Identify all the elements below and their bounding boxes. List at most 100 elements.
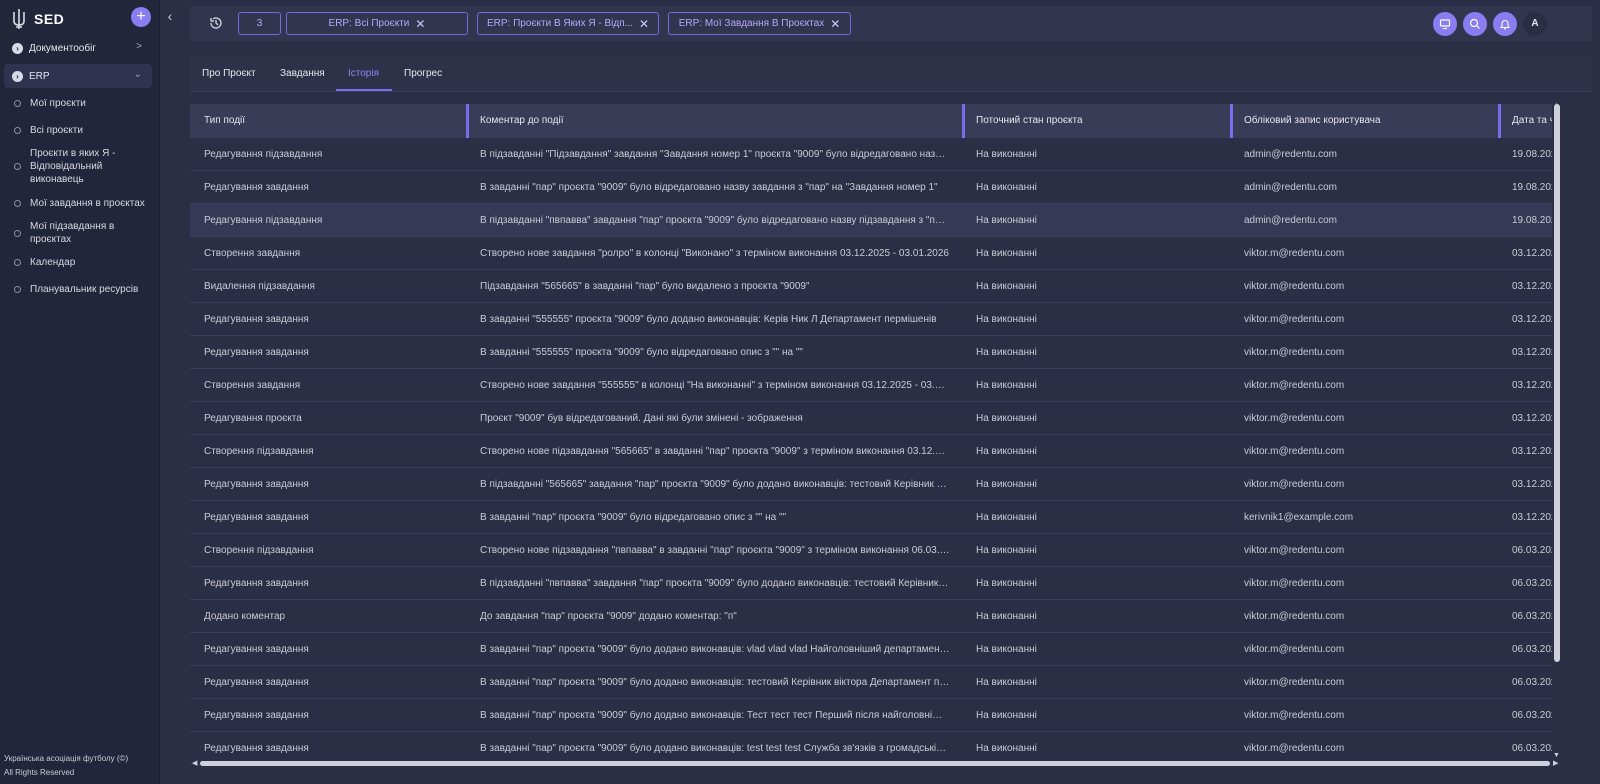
table-row[interactable]: Редагування підзавдання В підзавданні "пв…	[190, 204, 1560, 237]
close-icon[interactable]: ✕	[830, 17, 840, 31]
table-row[interactable]: Створення підзавдання Створено нове підза…	[190, 435, 1560, 468]
sidebar-item-all-projects[interactable]: Всі проєкти	[14, 124, 154, 137]
sidebar-item-label: Мої підзавдання в проєктах	[30, 221, 115, 245]
cell-event-type: Створення завдання	[204, 380, 301, 391]
collapse-sidebar-button[interactable]: ‹	[160, 6, 180, 26]
table-row[interactable]: Редагування проєкта Проєкт "9009" був від…	[190, 402, 1560, 435]
scroll-down-icon[interactable]: ▼	[1553, 752, 1560, 759]
cell-project-state: На виконанні	[976, 644, 1037, 655]
footer: Українська асоціація футболу (©) All Rig…	[4, 752, 128, 780]
sidebar-group-erp[interactable]: › ERP ⌄	[4, 64, 152, 88]
table-row[interactable]: Редагування завдання В завданні "пар" про…	[190, 501, 1560, 534]
cell-user-account: kerivnik1@example.com	[1244, 512, 1354, 523]
cell-event-type: Редагування завдання	[204, 512, 309, 523]
cell-user-account: viktor.m@redentu.com	[1244, 611, 1345, 622]
cell-event-type: Редагування проєкта	[204, 413, 302, 424]
cell-event-type: Редагування підзавдання	[204, 149, 323, 160]
cell-user-account: viktor.m@redentu.com	[1244, 677, 1345, 688]
circle-icon	[14, 259, 21, 266]
table-row[interactable]: Редагування завдання В завданні "555555" …	[190, 303, 1560, 336]
sidebar-item-my-tasks[interactable]: Мої завдання в проєктах	[14, 197, 154, 210]
table-row[interactable]: Створення підзавдання Створено нове підза…	[190, 534, 1560, 567]
top-bar: 3 ERP: Всі Проєкти ✕ ERP: Проєкти В Яких…	[190, 6, 1592, 41]
monitor-button[interactable]	[1433, 12, 1457, 36]
vertical-scrollbar[interactable]	[1554, 104, 1560, 662]
cell-comment: В завданні "555555" проєкта "9009" було …	[480, 347, 803, 358]
add-button[interactable]: +	[131, 7, 151, 27]
circle-icon	[14, 127, 21, 134]
cell-user-account: viktor.m@redentu.com	[1244, 446, 1345, 457]
cell-event-type: Редагування завдання	[204, 314, 309, 325]
app-name: SED	[34, 11, 65, 27]
sidebar-item-resource-planner[interactable]: Планувальник ресурсів	[14, 283, 154, 296]
close-icon[interactable]: ✕	[639, 17, 649, 31]
open-tab-label: ERP: Всі Проєкти	[328, 18, 410, 29]
sidebar-item-my-subtasks[interactable]: Мої підзавдання в проєктах	[14, 220, 124, 246]
scroll-left-icon[interactable]: ◀	[192, 759, 197, 767]
footer-rights: All Rights Reserved	[4, 768, 75, 777]
content-panel: Про Проєкт Завдання Історія Прогрес Тип …	[190, 56, 1592, 780]
cell-user-account: viktor.m@redentu.com	[1244, 710, 1345, 721]
cell-comment: Створено нове підзавдання "565665" в зав…	[480, 446, 950, 457]
cell-comment: В завданні "пар" проєкта "9009" було дод…	[480, 710, 950, 721]
sidebar-item-calendar[interactable]: Календар	[14, 256, 154, 269]
table-row[interactable]: Редагування завдання В завданні "пар" про…	[190, 666, 1560, 699]
table-row[interactable]: Редагування завдання В підзавданні "пвпав…	[190, 567, 1560, 600]
notifications-button[interactable]	[1493, 12, 1517, 36]
column-header-project-state[interactable]: Поточний стан проєкта	[962, 104, 1230, 138]
cell-event-type: Редагування завдання	[204, 578, 309, 589]
table-row[interactable]: Додано коментар До завдання "пар" проєкта…	[190, 600, 1560, 633]
column-header-comment[interactable]: Коментар до події	[466, 104, 962, 138]
table-row[interactable]: Створення завдання Створено нове завдання…	[190, 237, 1560, 270]
column-header-user-account[interactable]: Обліковий запис користувача	[1230, 104, 1498, 138]
sidebar-item-responsible-projects[interactable]: Проєкти в яких Я - Відповідальний викона…	[14, 147, 124, 186]
cell-comment: В завданні "555555" проєкта "9009" було …	[480, 314, 937, 325]
table-row[interactable]: Редагування завдання В завданні "пар" про…	[190, 171, 1560, 204]
search-icon	[1469, 18, 1480, 29]
sidebar-item-label: Календар	[30, 257, 76, 268]
search-button[interactable]	[1463, 12, 1487, 36]
horizontal-scrollbar[interactable]	[200, 761, 1550, 766]
cell-user-account: admin@redentu.com	[1244, 182, 1337, 193]
table-header: Тип події Коментар до події Поточний ста…	[190, 104, 1560, 138]
avatar[interactable]: A	[1523, 12, 1547, 36]
open-tab-all-projects[interactable]: ERP: Всі Проєкти ✕	[286, 12, 468, 35]
table-row[interactable]: Створення завдання Створено нове завдання…	[190, 369, 1560, 402]
cell-user-account: viktor.m@redentu.com	[1244, 314, 1345, 325]
table-row[interactable]: Редагування підзавдання В підзавданні "Пі…	[190, 138, 1560, 171]
content-tabs: Про Проєкт Завдання Історія Прогрес	[190, 56, 1592, 92]
sidebar: SED + › Документообіг > › ERP ⌄ Мої проє…	[0, 0, 160, 784]
history-icon[interactable]	[208, 15, 224, 31]
cell-comment: В підзавданні "пвпавва" завдання "пар" п…	[480, 578, 950, 589]
tab-history[interactable]: Історія	[348, 68, 379, 79]
column-header-datetime[interactable]: Дата та ча	[1498, 104, 1560, 138]
tab-tasks[interactable]: Завдання	[280, 68, 325, 79]
cell-event-type: Редагування завдання	[204, 479, 309, 490]
circle-icon	[14, 229, 21, 237]
tab-about-project[interactable]: Про Проєкт	[202, 68, 256, 79]
monitor-icon	[1439, 19, 1451, 30]
sidebar-group-label: ERP	[29, 70, 50, 82]
table-row[interactable]: Редагування завдання В завданні "пар" про…	[190, 633, 1560, 666]
table-row[interactable]: Редагування завдання В підзавданні "56566…	[190, 468, 1560, 501]
logo[interactable]: SED	[10, 8, 64, 30]
scroll-right-icon[interactable]: ▶	[1553, 759, 1558, 767]
tab-progress[interactable]: Прогрес	[404, 68, 442, 79]
cell-user-account: viktor.m@redentu.com	[1244, 281, 1345, 292]
open-tab-responsible-projects[interactable]: ERP: Проєкти В Яких Я - Відп... ✕	[477, 12, 659, 35]
sidebar-item-my-projects[interactable]: Мої проєкти	[14, 97, 154, 110]
table-row[interactable]: Редагування завдання В завданні "пар" про…	[190, 699, 1560, 732]
table-row[interactable]: Видалення підзавдання Підзавдання "565665…	[190, 270, 1560, 303]
open-tab-my-tasks[interactable]: ERP: Мої Завдання В Проєктах ✕	[668, 12, 851, 35]
sidebar-item-label: Планувальник ресурсів	[30, 284, 139, 295]
close-icon[interactable]: ✕	[415, 17, 425, 31]
column-header-event-type[interactable]: Тип події	[190, 104, 466, 138]
cell-user-account: viktor.m@redentu.com	[1244, 578, 1345, 589]
circle-icon	[14, 200, 21, 207]
table-row[interactable]: Редагування завдання В завданні "555555" …	[190, 336, 1560, 369]
open-tabs-count[interactable]: 3	[238, 12, 281, 35]
bell-icon	[1499, 20, 1511, 30]
scroll-up-icon[interactable]: ▲	[1553, 102, 1560, 109]
sidebar-group-documents[interactable]: › Документообіг >	[4, 36, 152, 60]
cell-user-account: viktor.m@redentu.com	[1244, 347, 1345, 358]
